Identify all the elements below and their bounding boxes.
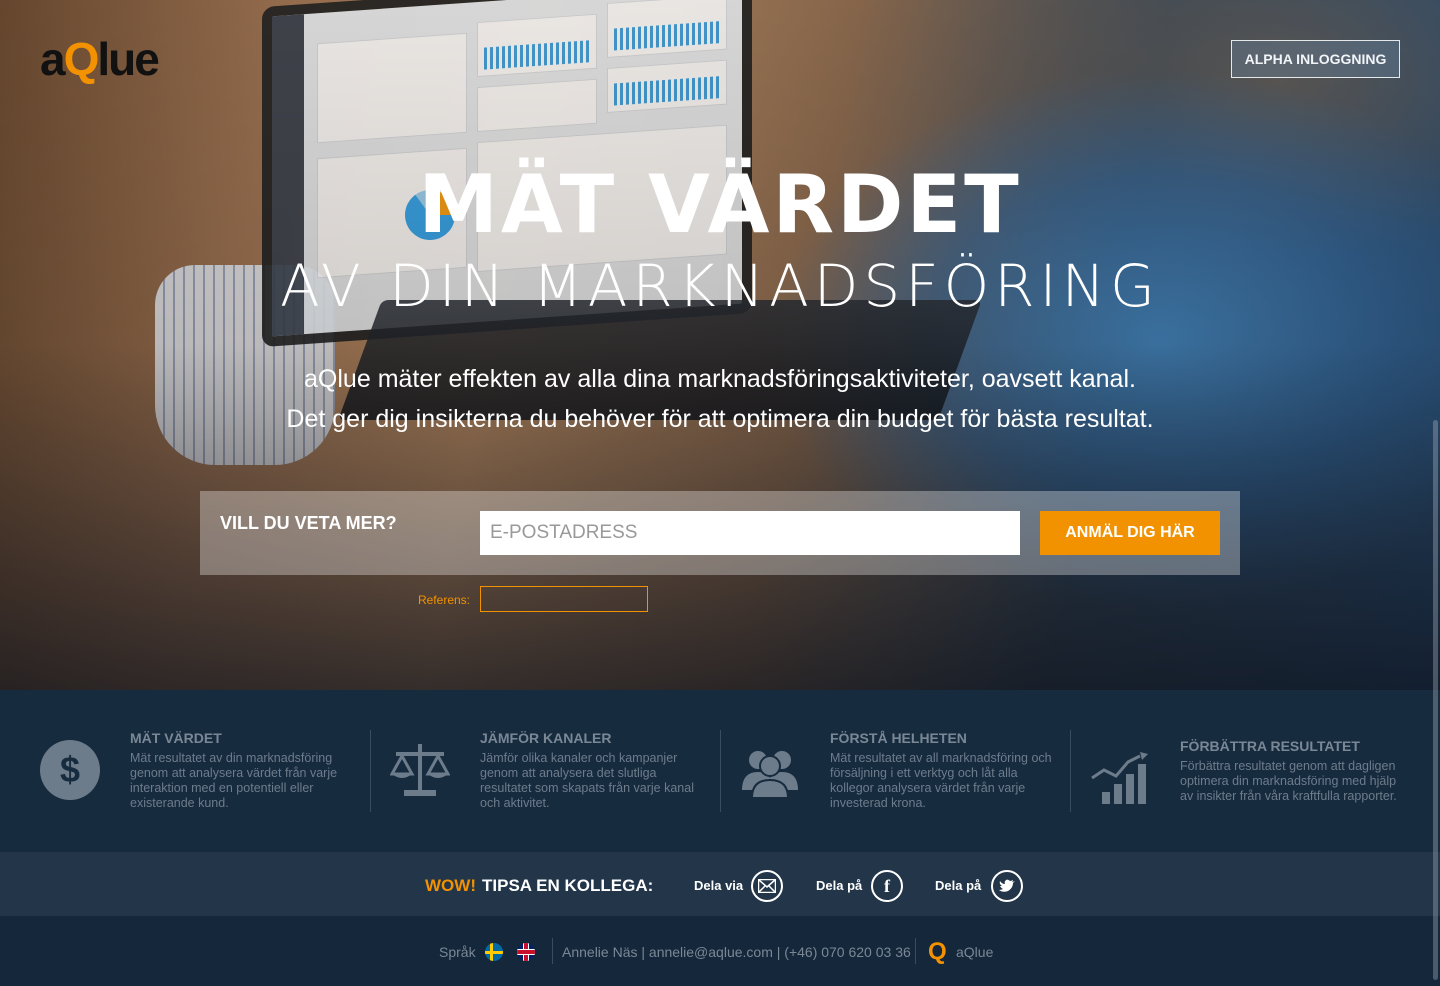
- uk-flag-icon[interactable]: [517, 943, 535, 961]
- facebook-icon[interactable]: f: [871, 870, 903, 902]
- dollar-icon: $: [40, 740, 100, 800]
- feature-text: Jämför olika kanaler och kampanjer genom…: [480, 751, 694, 810]
- feature-title: MÄT VÄRDET: [130, 730, 222, 746]
- signup-panel: VILL DU VETA MER? ANMÄL DIG HÄR: [200, 491, 1240, 575]
- referens-label: Referens:: [417, 593, 470, 607]
- email-icon[interactable]: [751, 870, 783, 902]
- feature-title: JÄMFÖR KANALER: [480, 730, 612, 746]
- hero-lead-line-1: aQlue mäter effekten av alla dina markna…: [304, 365, 1136, 393]
- feature-text: Mät resultatet av din marknadsföring gen…: [130, 751, 338, 810]
- scales-icon: [390, 744, 450, 796]
- swedish-flag-icon[interactable]: [485, 943, 503, 961]
- signup-question: VILL DU VETA MER?: [220, 513, 397, 533]
- feature-title: FÖRSTÅ HELHETEN: [830, 730, 967, 746]
- hero-subtitle: AV DIN MARKNADSFÖRING: [279, 252, 1160, 320]
- logo[interactable]: aQlue: [40, 32, 160, 86]
- contact-info: Annelie Näs | annelie@aqlue.com | (+46) …: [562, 944, 911, 960]
- share-bar: WOW! TIPSA EN KOLLEGA: Dela via Dela på …: [0, 852, 1440, 916]
- svg-text:$: $: [60, 749, 80, 790]
- email-input[interactable]: [480, 511, 1020, 555]
- referens-input[interactable]: [480, 586, 648, 612]
- people-icon: [742, 751, 798, 799]
- footer-brand[interactable]: aQlue: [956, 944, 993, 960]
- tip-colleague-label: TIPSA EN KOLLEGA:: [482, 876, 654, 895]
- signup-button[interactable]: ANMÄL DIG HÄR: [1040, 511, 1220, 555]
- twitter-icon[interactable]: [991, 870, 1023, 902]
- share-facebook-label[interactable]: Dela på: [816, 878, 862, 893]
- scrollbar[interactable]: [1433, 420, 1438, 980]
- share-email-label[interactable]: Dela via: [694, 878, 743, 893]
- aqlue-q-icon: Q: [928, 938, 947, 965]
- feature-text: Mät resultatet av all marknadsföring och…: [830, 751, 1052, 810]
- hero-lead-line-2: Det ger dig insikterna du behöver för at…: [286, 405, 1154, 433]
- language-label: Språk: [439, 944, 476, 960]
- share-twitter-label[interactable]: Dela på: [935, 878, 981, 893]
- hero-section: aQlue ALPHA INLOGGNING MÄT VÄRDET AV DIN…: [0, 0, 1440, 690]
- wow-label: WOW!: [425, 876, 476, 895]
- feature-title: FÖRBÄTTRA RESULTATET: [1180, 738, 1360, 754]
- feature-text: Förbättra resultatet genom att dagligen …: [1180, 759, 1397, 803]
- footer: Språk Annelie Näs | annelie@aqlue.com | …: [0, 916, 1440, 986]
- growth-chart-icon: [1091, 752, 1148, 804]
- hero-title: MÄT VÄRDET: [418, 158, 1022, 251]
- alpha-login-button[interactable]: ALPHA INLOGGNING: [1231, 40, 1400, 78]
